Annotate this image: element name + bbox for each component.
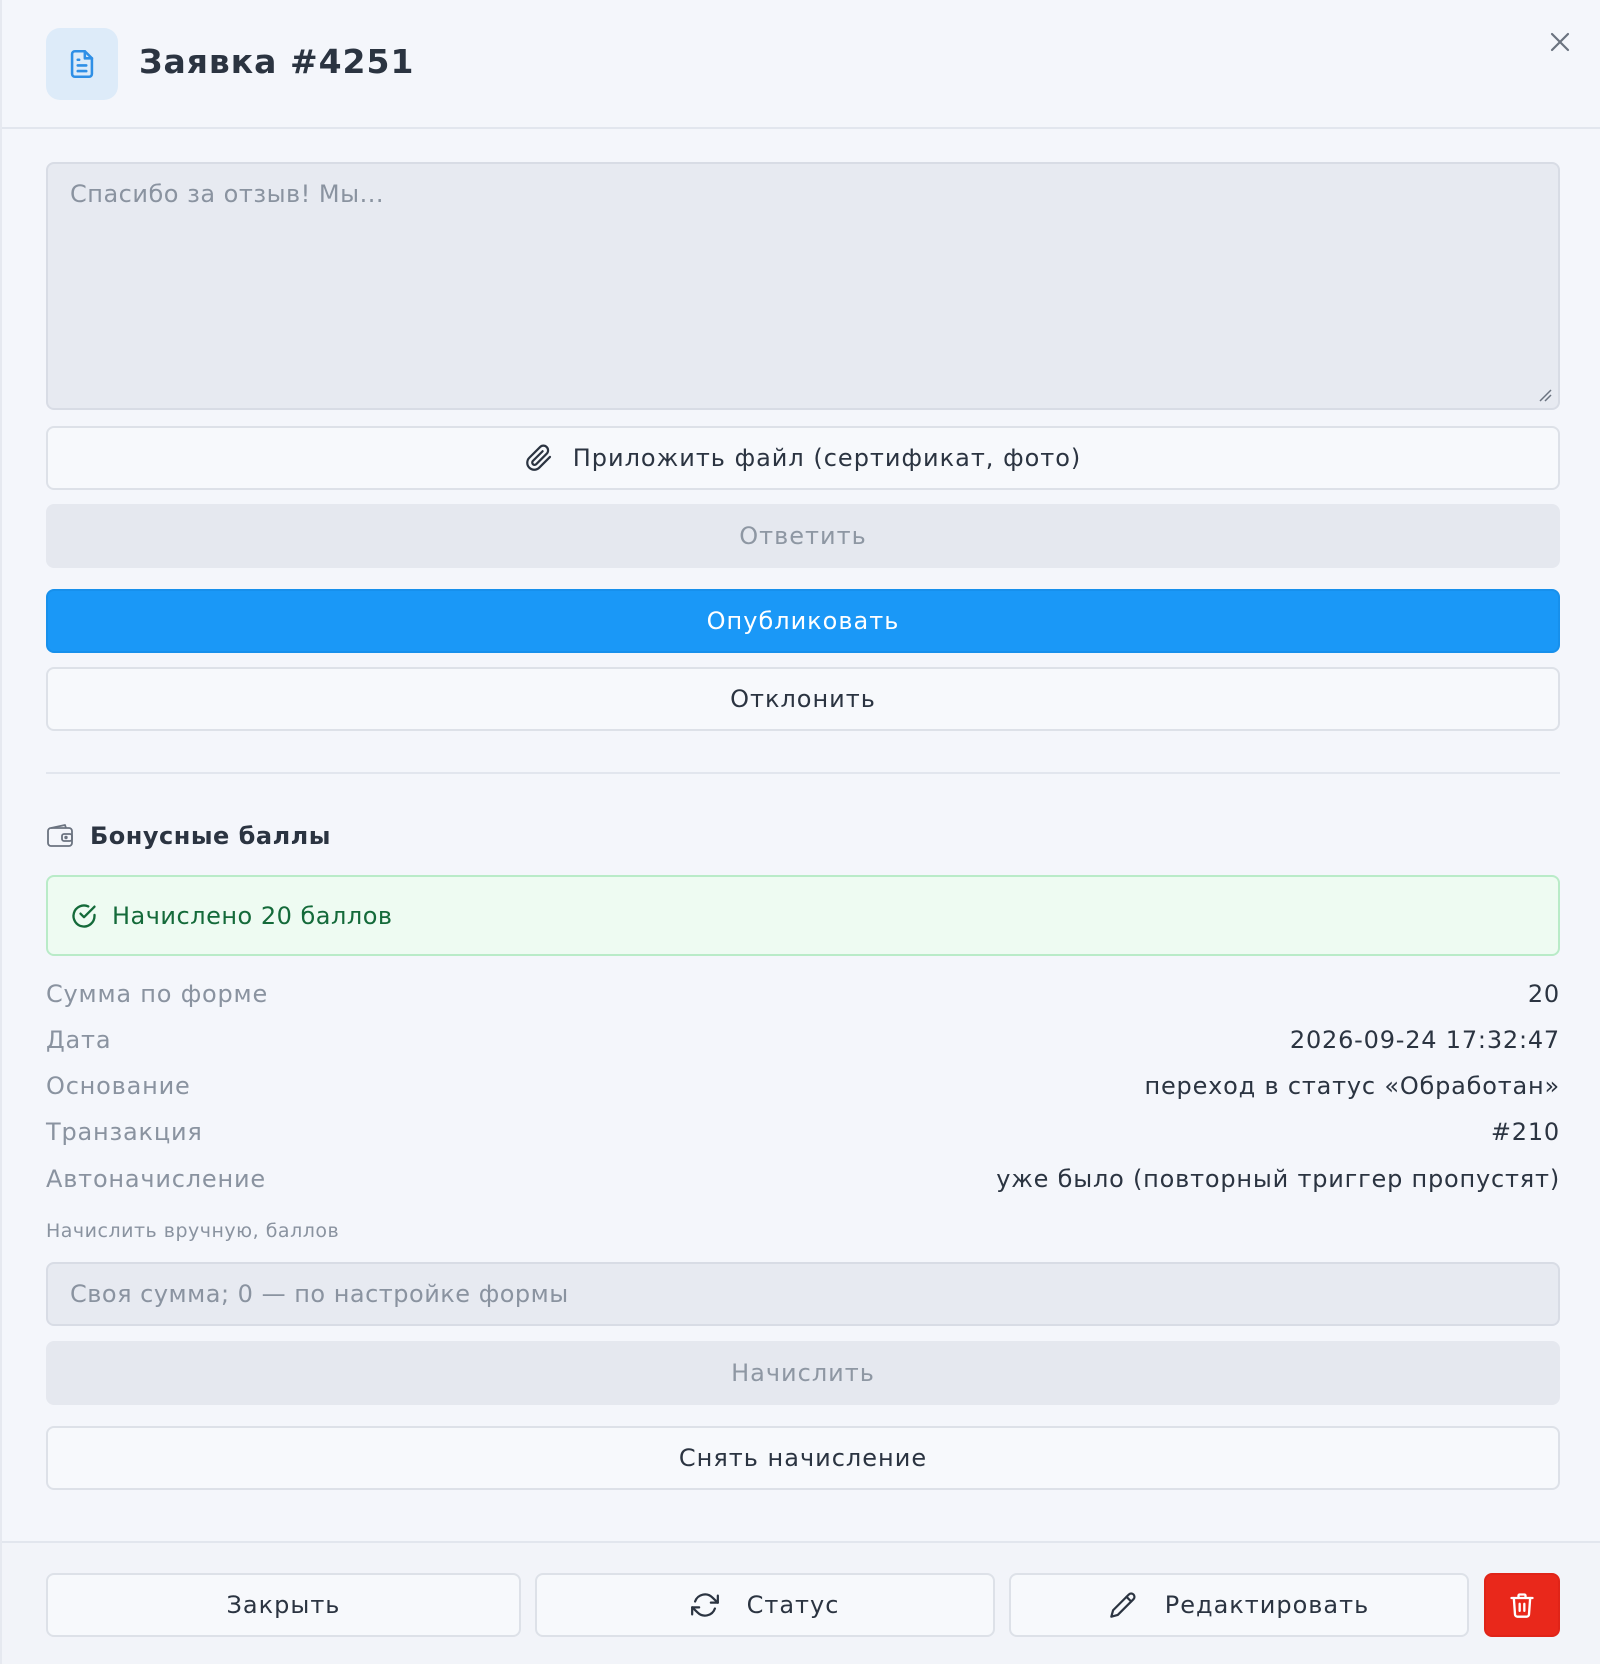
accrue-button[interactable]: Начислить [46,1341,1560,1405]
edit-button[interactable]: Редактировать [1009,1573,1469,1637]
paperclip-icon [525,444,553,472]
reply-placeholder: Спасибо за отзыв! Мы... [70,180,384,208]
detail-key: Дата [46,1026,112,1054]
close-button-label: Закрыть [226,1591,341,1619]
delete-button[interactable] [1484,1573,1560,1637]
detail-key: Сумма по форме [46,980,269,1008]
detail-row: Основание переход в статус «Обработан» [46,1066,1560,1106]
detail-value: 2026-09-24 17:32:47 [1289,1026,1560,1054]
modal-header: Заявка #4251 [2,0,1600,129]
detail-value: 20 [1527,980,1560,1008]
reply-textarea[interactable]: Спасибо за отзыв! Мы... [46,162,1560,410]
refresh-icon [690,1591,719,1619]
publish-button[interactable]: Опубликовать [46,589,1560,653]
reply-button-label: Ответить [739,522,867,550]
bonus-success-alert: Начислено 20 баллов [46,875,1560,956]
publish-button-label: Опубликовать [706,607,900,635]
bonus-success-text: Начислено 20 баллов [112,901,393,930]
wallet-icon [46,823,74,849]
trash-icon [1510,1593,1534,1618]
request-modal: Заявка #4251 Спасибо за отзыв! Мы... При… [0,0,1600,1664]
reject-button[interactable]: Отклонить [46,667,1560,731]
detail-row: Транзакция #210 [46,1112,1560,1152]
detail-row: Автоначисление уже было (повторный тригг… [46,1159,1560,1199]
manual-amount-input[interactable]: Своя сумма; 0 — по настройке формы [46,1262,1560,1326]
manual-amount-placeholder: Своя сумма; 0 — по настройке формы [70,1280,569,1308]
edit-button-label: Редактировать [1164,1591,1370,1619]
detail-value: #210 [1490,1118,1560,1146]
detail-row: Дата 2026-09-24 17:32:47 [46,1020,1560,1060]
section-divider [46,772,1560,774]
detail-row: Сумма по форме 20 [46,974,1560,1014]
manual-accrue-label: Начислить вручную, баллов [46,1220,340,1242]
revoke-accrual-button[interactable]: Снять начисление [46,1426,1560,1490]
modal-footer: Закрыть Статус Редактировать [2,1541,1600,1664]
check-circle-icon [70,902,98,930]
revoke-accrual-label: Снять начисление [678,1444,928,1472]
detail-value: уже было (повторный триггер пропустят) [996,1165,1560,1193]
file-text-icon [46,28,118,100]
reply-button[interactable]: Ответить [46,504,1560,568]
detail-key: Автоначисление [46,1165,266,1193]
bonus-section-title: Бонусные баллы [46,818,331,854]
bonus-title-text: Бонусные баллы [90,822,331,850]
reject-button-label: Отклонить [730,685,876,713]
accrue-button-label: Начислить [731,1359,875,1387]
close-icon[interactable] [1544,26,1576,58]
detail-value: переход в статус «Обработан» [1144,1072,1560,1100]
detail-key: Транзакция [46,1118,203,1146]
status-button-label: Статус [746,1591,840,1619]
pencil-icon [1109,1591,1137,1619]
attach-file-button[interactable]: Приложить файл (сертификат, фото) [46,426,1560,490]
page-title: Заявка #4251 [139,42,415,81]
detail-key: Основание [46,1072,191,1100]
status-button[interactable]: Статус [535,1573,995,1637]
attach-file-label: Приложить файл (сертификат, фото) [572,444,1082,472]
resize-grip-icon[interactable] [1538,388,1552,402]
close-button[interactable]: Закрыть [46,1573,521,1637]
